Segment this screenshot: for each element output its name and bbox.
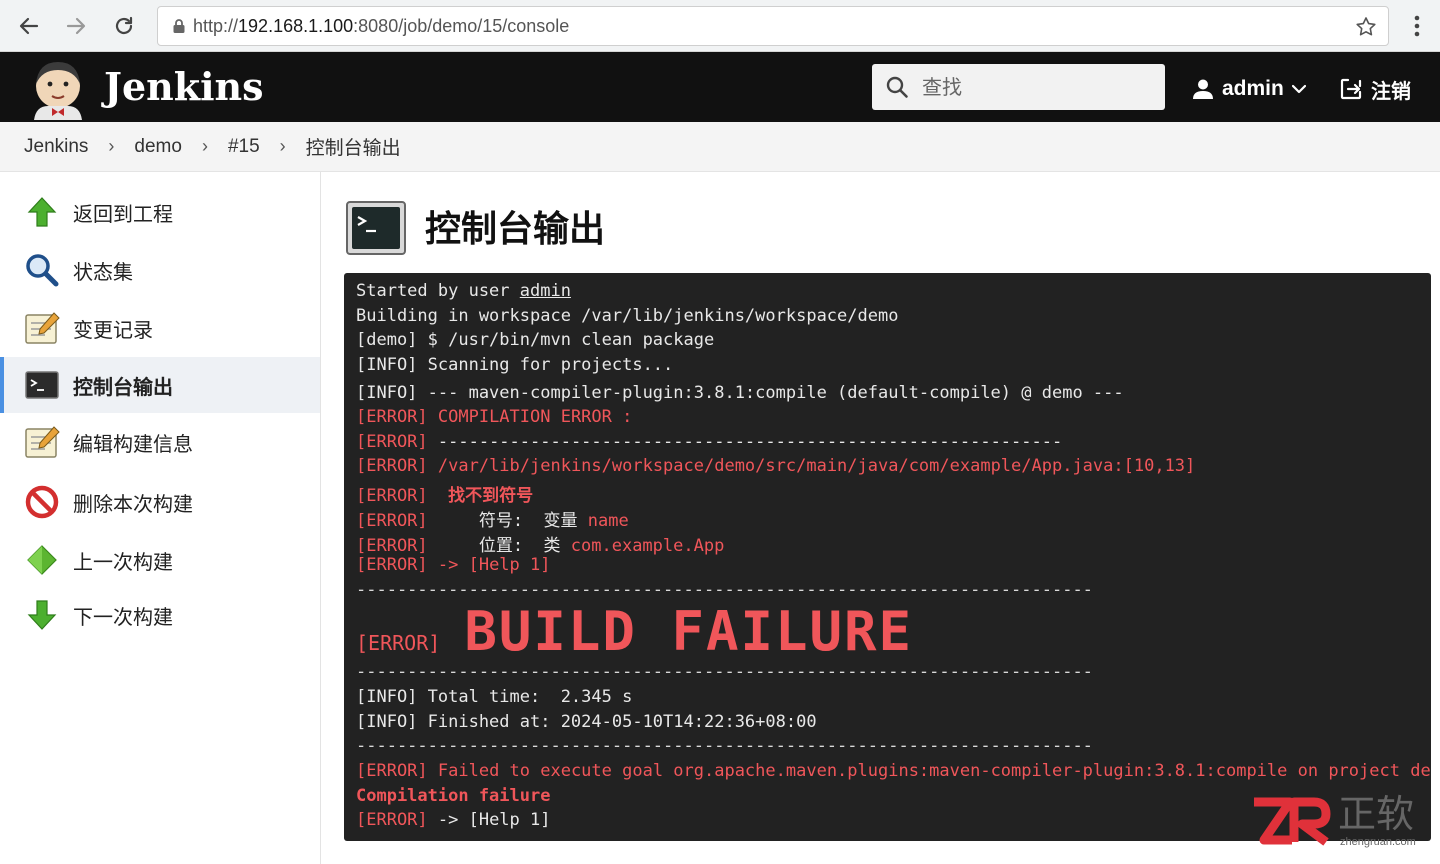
logout-link[interactable]: 注销 bbox=[1339, 74, 1411, 104]
console-line: [demo] $ /usr/bin/mvn clean package bbox=[356, 330, 715, 350]
console-output: Started by user admin Building in worksp… bbox=[344, 273, 1431, 841]
back-button[interactable] bbox=[13, 10, 45, 42]
kebab-menu-icon bbox=[1414, 15, 1420, 37]
console-separator: ----------------------------------------… bbox=[356, 580, 1093, 600]
console-line: [INFO] --- maven-compiler-plugin:3.8.1:c… bbox=[356, 383, 1124, 403]
sidebar-item-label: 变更记录 bbox=[73, 317, 153, 342]
console-line: Building in workspace /var/lib/jenkins/w… bbox=[356, 306, 899, 326]
console-line: Started by user admin bbox=[356, 281, 571, 301]
sidebar-item-edit-build-info[interactable]: 编辑构建信息 bbox=[0, 414, 320, 470]
console-error-line: [ERROR] 符号: 变量 name bbox=[356, 511, 629, 531]
console-error-line: [ERROR] /var/lib/jenkins/workspace/demo/… bbox=[356, 456, 1196, 476]
console-error-line: [ERROR] 找不到符号 bbox=[356, 486, 534, 506]
reload-icon bbox=[115, 16, 133, 35]
forward-arrow-icon bbox=[66, 17, 86, 35]
console-line: [INFO] Finished at: 2024-05-10T14:22:36+… bbox=[356, 712, 817, 732]
previous-diamond-icon bbox=[24, 542, 60, 578]
notepad-icon bbox=[24, 424, 60, 460]
sidebar-item-previous-build[interactable]: 上一次构建 bbox=[0, 532, 320, 588]
chevron-down-icon bbox=[1291, 84, 1306, 94]
chevron-right-icon: › bbox=[201, 136, 208, 156]
chevron-right-icon: › bbox=[108, 136, 115, 156]
breadcrumb-item-demo[interactable]: demo bbox=[134, 136, 182, 158]
sidebar-item-delete-build[interactable]: 删除本次构建 bbox=[0, 474, 320, 530]
search-box[interactable] bbox=[872, 64, 1165, 110]
notepad-icon bbox=[24, 310, 60, 346]
user-icon bbox=[1193, 79, 1213, 99]
brand-name[interactable]: Jenkins bbox=[104, 64, 264, 109]
browser-toolbar: http://192.168.1.100:8080/job/demo/15/co… bbox=[0, 0, 1440, 52]
jenkins-header: Jenkins admin 注销 bbox=[0, 52, 1440, 122]
sidebar-item-status[interactable]: 状态集 bbox=[0, 242, 320, 298]
reload-button[interactable] bbox=[108, 10, 140, 42]
sidebar-item-console-output[interactable]: 控制台输出 bbox=[0, 357, 320, 413]
down-arrow-icon bbox=[24, 597, 60, 633]
jenkins-butler-logo-icon[interactable] bbox=[26, 56, 90, 120]
breadcrumb: Jenkins › demo › #15 › 控制台输出 bbox=[0, 122, 1440, 172]
watermark-logo: 正软 zhengruan.com bbox=[1250, 792, 1428, 852]
up-arrow-icon bbox=[24, 194, 60, 230]
watermark-cn: 正软 bbox=[1338, 792, 1415, 836]
url-text: http://192.168.1.100:8080/job/demo/15/co… bbox=[193, 16, 570, 36]
console-line: [INFO] Scanning for projects... bbox=[356, 355, 674, 375]
console-separator: ----------------------------------------… bbox=[356, 662, 1093, 682]
username: admin bbox=[1222, 77, 1284, 100]
bookmark-star-icon[interactable] bbox=[1354, 15, 1378, 39]
console-line: [INFO] Total time: 2.345 s bbox=[356, 687, 633, 707]
sidebar-item-changes[interactable]: 变更记录 bbox=[0, 300, 320, 356]
sidebar-item-label: 状态集 bbox=[73, 259, 133, 284]
browser-menu-button[interactable] bbox=[1405, 10, 1429, 42]
logout-label: 注销 bbox=[1371, 78, 1411, 103]
user-link[interactable]: admin bbox=[520, 281, 571, 301]
sidebar-item-back-to-project[interactable]: 返回到工程 bbox=[0, 184, 320, 240]
address-bar[interactable]: http://192.168.1.100:8080/job/demo/15/co… bbox=[157, 6, 1389, 46]
magnifier-icon bbox=[24, 252, 60, 288]
back-arrow-icon bbox=[19, 17, 39, 35]
breadcrumb-item-console[interactable]: 控制台输出 bbox=[306, 133, 401, 160]
lock-icon bbox=[173, 19, 185, 33]
console-error-line: [ERROR] 位置: 类 com.example.App bbox=[356, 536, 725, 556]
console-error-line: [ERROR] COMPILATION ERROR : bbox=[356, 407, 633, 427]
forward-button[interactable] bbox=[60, 10, 92, 42]
console-separator: ----------------------------------------… bbox=[356, 736, 1093, 756]
sidebar-item-label: 删除本次构建 bbox=[73, 491, 193, 516]
breadcrumb-item-jenkins[interactable]: Jenkins bbox=[24, 136, 88, 158]
user-menu[interactable]: admin bbox=[1192, 74, 1306, 104]
console-error-line: [ERROR] Failed to execute goal org.apach… bbox=[356, 761, 1431, 781]
sidebar-item-label: 上一次构建 bbox=[73, 549, 173, 574]
console-error-line: Compilation failure bbox=[356, 786, 551, 806]
logout-icon bbox=[1340, 78, 1362, 100]
watermark-domain: zhengruan.com bbox=[1340, 836, 1416, 848]
chevron-right-icon: › bbox=[279, 136, 286, 156]
page-title: 控制台输出 bbox=[425, 209, 606, 250]
terminal-icon bbox=[24, 367, 60, 403]
sidebar-item-label: 编辑构建信息 bbox=[73, 431, 193, 456]
sidebar-item-label: 返回到工程 bbox=[73, 201, 173, 226]
sidebar-item-label: 下一次构建 bbox=[73, 604, 173, 629]
console-error-line: [ERROR] --------------------------------… bbox=[356, 432, 1063, 452]
sidebar-item-label: 控制台输出 bbox=[73, 374, 173, 399]
search-input[interactable] bbox=[922, 72, 1152, 102]
sidebar-item-next-build[interactable]: 下一次构建 bbox=[0, 587, 320, 643]
breadcrumb-item-build[interactable]: #15 bbox=[228, 136, 260, 158]
no-entry-icon bbox=[24, 484, 60, 520]
console-error-line: [ERROR] -> [Help 1] bbox=[356, 810, 551, 830]
search-icon bbox=[886, 76, 908, 98]
console-error-line: [ERROR] -> [Help 1] bbox=[356, 555, 551, 575]
terminal-icon bbox=[346, 201, 406, 255]
sidebar: 返回到工程 状态集 变更记录 控制台输出 编辑构建信息 删除本次构建 上一次构建… bbox=[0, 172, 321, 864]
